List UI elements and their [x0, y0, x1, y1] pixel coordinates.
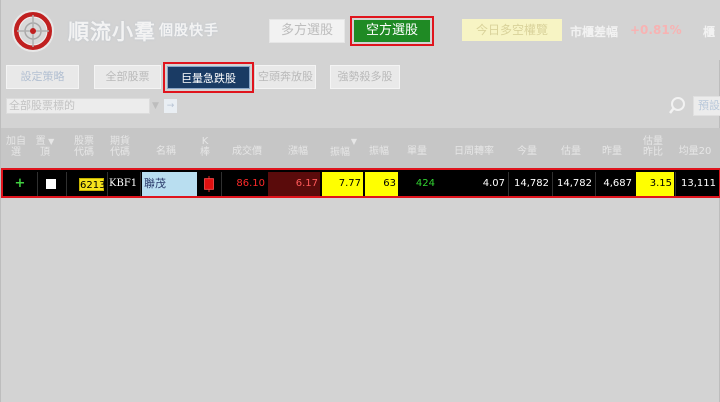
chevron-down-icon[interactable]: ▼: [152, 99, 162, 113]
col-single-volume[interactable]: 單量: [403, 146, 431, 157]
col-stock-code[interactable]: 股票 代碼: [71, 136, 97, 158]
col-est-ratio[interactable]: 估量 昨比: [639, 136, 667, 158]
column-divider: [552, 172, 553, 196]
col-today-volume[interactable]: 今量: [513, 146, 541, 157]
search-icon[interactable]: [669, 96, 689, 116]
add-watch-button[interactable]: +: [13, 172, 27, 196]
column-divider: [37, 172, 38, 196]
column-divider: [140, 172, 141, 196]
price-cell: 86.10: [236, 178, 265, 189]
column-divider: [221, 172, 222, 196]
yesterday-volume-cell: 4,687: [603, 178, 632, 189]
col-avg-volume-20[interactable]: 均量20: [675, 146, 715, 157]
tab-volume-drop[interactable]: 巨量急跌股: [167, 66, 250, 89]
preset-button[interactable]: 預設: [693, 96, 720, 116]
column-divider: [66, 172, 67, 196]
table-header: 加自選 置 ▼ 頂 股票 代碼 期貨 代碼 名稱 K棒 成交價 漲幅 ▼ 振幅 振幅 …: [1, 128, 720, 168]
col-pin-top[interactable]: 置 ▼ 頂: [35, 136, 55, 158]
avg-volume-20-cell: 13,111: [681, 178, 716, 189]
column-divider: [508, 172, 509, 196]
app-title: 順流小羣: [68, 19, 156, 44]
stock-filter: 全部股票標的 ▼ →: [6, 98, 177, 114]
k-bar-icon: [204, 176, 214, 192]
pin-checkbox[interactable]: [46, 179, 56, 189]
col-amplitude-value[interactable]: 振幅: [365, 146, 393, 157]
stock-name-cell[interactable]: 聯茂: [142, 172, 197, 196]
turnover-cell: 4.07: [482, 178, 505, 189]
column-divider: [675, 172, 676, 196]
otc-label: 櫃: [703, 25, 716, 39]
est-ratio-cell: 3.15: [636, 172, 674, 196]
app-window: 順流小羣 個股快手 多方選股 空方選股 今日多空權覽 市櫃差幅 +0.81% 櫃…: [0, 0, 720, 402]
est-volume-cell: 14,782: [557, 178, 592, 189]
active-tab-highlight: 巨量急跌股: [163, 62, 254, 93]
col-change[interactable]: 漲幅: [284, 146, 312, 157]
stock-filter-select[interactable]: 全部股票標的: [6, 98, 150, 114]
col-name[interactable]: 名稱: [149, 146, 183, 157]
column-divider: [595, 172, 596, 196]
app-subtitle: 個股快手: [159, 23, 219, 39]
sort-down-icon: ▼: [350, 137, 357, 146]
sort-down-icon: ▼: [45, 137, 55, 146]
long-mode-button[interactable]: 多方選股: [269, 19, 345, 43]
column-divider: [107, 172, 108, 196]
tab-all-stocks[interactable]: 全部股票: [94, 65, 161, 89]
tab-bear-run[interactable]: 空頭奔放股: [255, 65, 316, 89]
compass-logo-icon: [12, 10, 54, 52]
market-diff-value: +0.81%: [630, 23, 682, 37]
col-est-volume[interactable]: 估量: [557, 146, 585, 157]
col-futures-code[interactable]: 期貨 代碼: [107, 136, 133, 158]
header-bar: 順流小羣 個股快手 多方選股 空方選股 今日多空權覽 市櫃差幅 +0.81% 櫃: [1, 0, 720, 60]
amplitude-cell: 7.77: [322, 172, 363, 196]
change-cell: 6.17: [268, 172, 320, 196]
single-volume-cell: 424: [415, 178, 435, 189]
futures-code-cell: KBF1: [109, 178, 138, 189]
settings-strategy-button[interactable]: 設定策略: [6, 65, 79, 89]
filter-go-button[interactable]: →: [164, 99, 177, 113]
tab-strong-kill[interactable]: 強勢殺多股: [330, 65, 400, 89]
today-overview-button[interactable]: 今日多空權覽: [462, 19, 562, 41]
col-yesterday-volume[interactable]: 昨量: [598, 146, 626, 157]
short-mode-button[interactable]: 空方選股: [354, 20, 430, 42]
col-k-bar[interactable]: K棒: [199, 136, 211, 158]
table-row[interactable]: + 6213 KBF1 聯茂 86.10 6.17 7.77 63 424 4.…: [1, 168, 720, 198]
col-amplitude[interactable]: ▼ 振幅: [321, 136, 359, 158]
market-diff-label: 市櫃差幅: [570, 25, 619, 39]
short-mode-highlight: 空方選股: [350, 16, 434, 46]
amplitude-value-cell: 63: [365, 172, 398, 196]
strategy-tabs: 設定策略 全部股票 巨量急跌股 空頭奔放股 強勢殺多股: [1, 62, 720, 93]
col-add-watch[interactable]: 加自選: [5, 136, 27, 158]
stock-code-cell[interactable]: 6213: [79, 178, 105, 191]
today-volume-cell: 14,782: [514, 178, 549, 189]
col-turnover[interactable]: 日周轉率: [447, 146, 501, 157]
col-price[interactable]: 成交價: [227, 146, 267, 157]
